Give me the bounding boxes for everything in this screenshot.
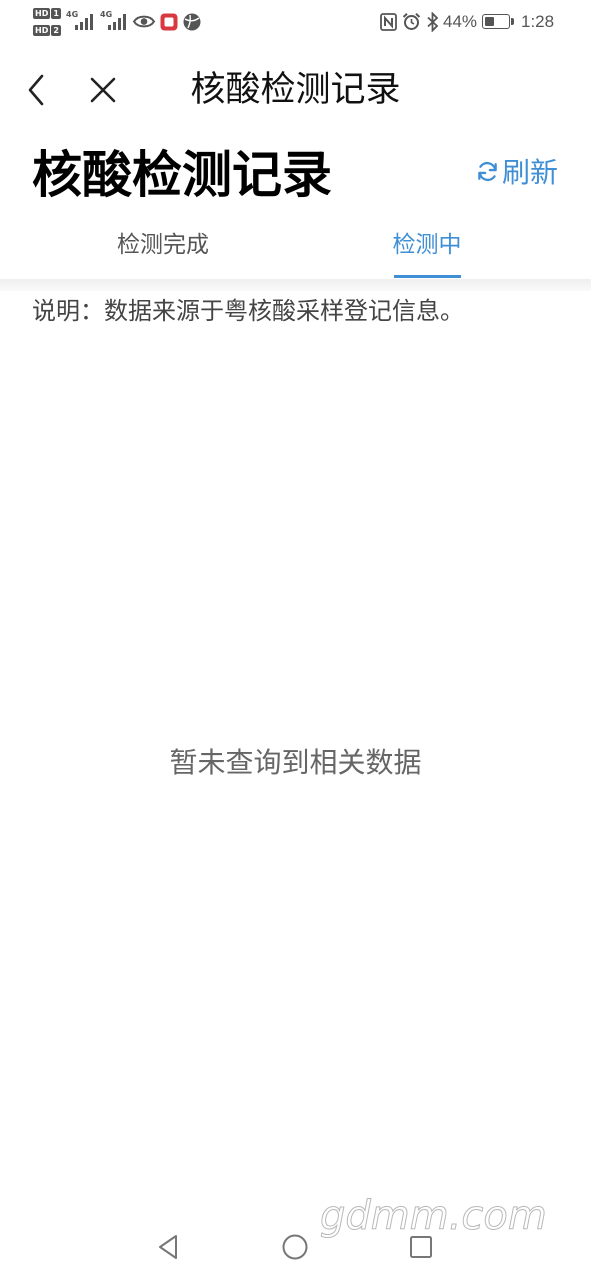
- tab-in-progress[interactable]: 检测中: [327, 222, 527, 278]
- home-circle-icon: [282, 1234, 308, 1260]
- tab-label: 检测完成: [117, 231, 209, 257]
- nfc-icon: [380, 13, 397, 31]
- status-bar: HD 1 HD 2 4G 4G 44% 1:28: [0, 0, 591, 44]
- hd-icon: HD 2: [33, 24, 61, 36]
- tab-active-indicator: [394, 275, 461, 278]
- eye-icon: [133, 15, 155, 28]
- refresh-label: 刷新: [501, 157, 558, 188]
- signal-icon: [75, 14, 93, 30]
- hd-badge-index: 1: [51, 7, 61, 19]
- empty-state-message: 暂未查询到相关数据: [169, 747, 422, 778]
- recents-square-icon: [410, 1236, 432, 1258]
- tab-label: 检测中: [392, 231, 462, 257]
- refresh-icon: [478, 161, 497, 181]
- back-triangle-icon: [159, 1235, 177, 1259]
- hd-badge-label: HD: [33, 7, 51, 19]
- refresh-button[interactable]: 刷新: [476, 152, 558, 190]
- data-source-note: 说明：数据来源于粤核酸采样登记信息。: [32, 298, 464, 325]
- system-recents-button[interactable]: [405, 1232, 437, 1262]
- system-home-button[interactable]: [279, 1232, 311, 1262]
- system-back-button[interactable]: [152, 1232, 184, 1262]
- battery-percent: 44%: [443, 12, 478, 31]
- battery-level-fill: [485, 17, 495, 26]
- app-notification-icon: [160, 13, 178, 31]
- globe-icon: [183, 13, 201, 31]
- nav-title: 核酸检测记录: [190, 70, 401, 109]
- hd-badge-label: HD: [33, 24, 51, 36]
- battery-cap: [511, 18, 514, 25]
- hd-icon: HD 1: [33, 7, 61, 19]
- tab-completed[interactable]: 检测完成: [63, 222, 263, 266]
- page-title: 核酸检测记录: [32, 147, 332, 203]
- alarm-icon: [402, 13, 421, 30]
- battery-icon: [482, 14, 510, 29]
- signal-icon: [108, 14, 126, 30]
- tab-divider: [0, 279, 591, 291]
- bluetooth-icon: [427, 12, 439, 32]
- hd-badge-index: 2: [51, 24, 61, 36]
- clock-time: 1:28: [521, 12, 555, 31]
